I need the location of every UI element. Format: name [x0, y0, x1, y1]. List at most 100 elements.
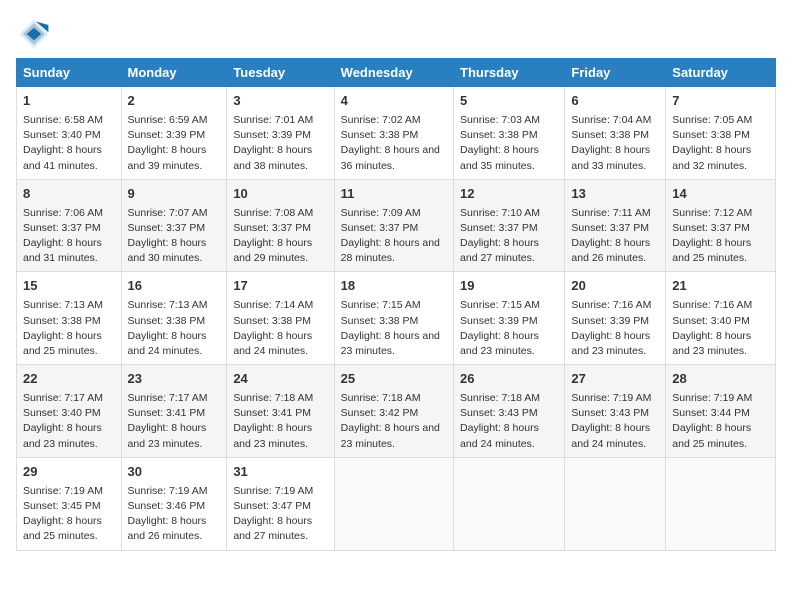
col-header-wednesday: Wednesday — [334, 59, 453, 87]
sunset-text: Sunset: 3:41 PM — [128, 407, 206, 419]
day-cell: 4 Sunrise: 7:02 AM Sunset: 3:38 PM Daylight… — [334, 87, 453, 180]
daylight-text: Daylight: 8 hours and 35 minutes. — [460, 144, 539, 171]
calendar-table: SundayMondayTuesdayWednesdayThursdayFrid… — [16, 58, 776, 551]
daylight-text: Daylight: 8 hours and 23 minutes. — [341, 422, 440, 449]
daylight-text: Daylight: 8 hours and 30 minutes. — [128, 237, 207, 264]
day-number: 7 — [672, 92, 769, 111]
day-cell: 19Sunrise: 7:15 AMSunset: 3:39 PMDayligh… — [454, 272, 565, 365]
day-cell: 21Sunrise: 7:16 AMSunset: 3:40 PMDayligh… — [666, 272, 776, 365]
sunrise-text: Sunrise: 6:58 AM — [23, 114, 103, 126]
sunrise-text: Sunrise: 7:19 AM — [23, 485, 103, 497]
sunrise-text: Sunrise: 7:13 AM — [23, 299, 103, 311]
sunset-text: Sunset: 3:38 PM — [460, 129, 538, 141]
sunrise-text: Sunrise: 7:14 AM — [233, 299, 313, 311]
sunset-text: Sunset: 3:37 PM — [341, 222, 419, 234]
sunset-text: Sunset: 3:38 PM — [341, 129, 419, 141]
day-number: 4 — [341, 92, 447, 111]
day-cell: 11Sunrise: 7:09 AMSunset: 3:37 PMDayligh… — [334, 179, 453, 272]
sunset-text: Sunset: 3:39 PM — [460, 315, 538, 327]
daylight-text: Daylight: 8 hours and 27 minutes. — [460, 237, 539, 264]
sunset-text: Sunset: 3:43 PM — [460, 407, 538, 419]
day-number: 29 — [23, 463, 115, 482]
sunrise-text: Sunrise: 7:10 AM — [460, 207, 540, 219]
daylight-text: Daylight: 8 hours and 24 minutes. — [128, 330, 207, 357]
day-cell: 23Sunrise: 7:17 AMSunset: 3:41 PMDayligh… — [121, 365, 227, 458]
daylight-text: Daylight: 8 hours and 25 minutes. — [23, 330, 102, 357]
day-number: 13 — [571, 185, 659, 204]
sunset-text: Sunset: 3:38 PM — [233, 315, 311, 327]
day-cell: 6Sunrise: 7:04 AMSunset: 3:38 PMDaylight… — [565, 87, 666, 180]
day-cell: 7Sunrise: 7:05 AMSunset: 3:38 PMDaylight… — [666, 87, 776, 180]
sunset-text: Sunset: 3:37 PM — [23, 222, 101, 234]
day-number: 31 — [233, 463, 327, 482]
sunrise-text: Sunrise: 7:01 AM — [233, 114, 313, 126]
day-cell: 14Sunrise: 7:12 AMSunset: 3:37 PMDayligh… — [666, 179, 776, 272]
daylight-text: Daylight: 8 hours and 41 minutes. — [23, 144, 102, 171]
day-cell: 22Sunrise: 7:17 AMSunset: 3:40 PMDayligh… — [17, 365, 122, 458]
daylight-text: Daylight: 8 hours and 24 minutes. — [233, 330, 312, 357]
col-header-saturday: Saturday — [666, 59, 776, 87]
day-cell: 28Sunrise: 7:19 AMSunset: 3:44 PMDayligh… — [666, 365, 776, 458]
daylight-text: Daylight: 8 hours and 26 minutes. — [571, 237, 650, 264]
sunset-text: Sunset: 3:43 PM — [571, 407, 649, 419]
week-row-1: 1 Sunrise: 6:58 AM Sunset: 3:40 PM Daylight… — [17, 87, 776, 180]
daylight-text: Daylight: 8 hours and 24 minutes. — [571, 422, 650, 449]
daylight-text: Daylight: 8 hours and 25 minutes. — [23, 515, 102, 542]
day-cell: 26Sunrise: 7:18 AMSunset: 3:43 PMDayligh… — [454, 365, 565, 458]
daylight-text: Daylight: 8 hours and 33 minutes. — [571, 144, 650, 171]
daylight-text: Daylight: 8 hours and 23 minutes. — [571, 330, 650, 357]
sunset-text: Sunset: 3:37 PM — [233, 222, 311, 234]
col-header-thursday: Thursday — [454, 59, 565, 87]
day-number: 6 — [571, 92, 659, 111]
sunrise-text: Sunrise: 7:18 AM — [233, 392, 313, 404]
day-number: 3 — [233, 92, 327, 111]
daylight-text: Daylight: 8 hours and 36 minutes. — [341, 144, 440, 171]
day-number: 18 — [341, 277, 447, 296]
sunset-text: Sunset: 3:38 PM — [672, 129, 750, 141]
page-header — [16, 16, 776, 52]
day-number: 5 — [460, 92, 558, 111]
daylight-text: Daylight: 8 hours and 23 minutes. — [341, 330, 440, 357]
day-number: 10 — [233, 185, 327, 204]
day-number: 22 — [23, 370, 115, 389]
sunset-text: Sunset: 3:37 PM — [460, 222, 538, 234]
day-number: 1 — [23, 92, 115, 111]
sunrise-text: Sunrise: 7:02 AM — [341, 114, 421, 126]
sunset-text: Sunset: 3:42 PM — [341, 407, 419, 419]
day-cell — [334, 457, 453, 550]
sunrise-text: Sunrise: 7:07 AM — [128, 207, 208, 219]
sunrise-text: Sunrise: 7:05 AM — [672, 114, 752, 126]
sunset-text: Sunset: 3:38 PM — [341, 315, 419, 327]
col-header-monday: Monday — [121, 59, 227, 87]
day-cell: 27Sunrise: 7:19 AMSunset: 3:43 PMDayligh… — [565, 365, 666, 458]
sunrise-text: Sunrise: 7:17 AM — [128, 392, 208, 404]
week-row-4: 22Sunrise: 7:17 AMSunset: 3:40 PMDayligh… — [17, 365, 776, 458]
sunset-text: Sunset: 3:37 PM — [128, 222, 206, 234]
daylight-text: Daylight: 8 hours and 23 minutes. — [460, 330, 539, 357]
daylight-text: Daylight: 8 hours and 31 minutes. — [23, 237, 102, 264]
day-number: 19 — [460, 277, 558, 296]
sunrise-text: Sunrise: 7:19 AM — [571, 392, 651, 404]
sunset-text: Sunset: 3:39 PM — [128, 129, 206, 141]
day-number: 24 — [233, 370, 327, 389]
sunrise-text: Sunrise: 7:11 AM — [571, 207, 650, 219]
daylight-text: Daylight: 8 hours and 29 minutes. — [233, 237, 312, 264]
sunset-text: Sunset: 3:38 PM — [23, 315, 101, 327]
sunrise-text: Sunrise: 7:08 AM — [233, 207, 313, 219]
sunset-text: Sunset: 3:40 PM — [23, 129, 101, 141]
header-row: SundayMondayTuesdayWednesdayThursdayFrid… — [17, 59, 776, 87]
daylight-text: Daylight: 8 hours and 23 minutes. — [128, 422, 207, 449]
day-cell: 20Sunrise: 7:16 AMSunset: 3:39 PMDayligh… — [565, 272, 666, 365]
daylight-text: Daylight: 8 hours and 24 minutes. — [460, 422, 539, 449]
day-number: 17 — [233, 277, 327, 296]
week-row-3: 15Sunrise: 7:13 AMSunset: 3:38 PMDayligh… — [17, 272, 776, 365]
day-cell: 31Sunrise: 7:19 AMSunset: 3:47 PMDayligh… — [227, 457, 334, 550]
sunrise-text: Sunrise: 7:19 AM — [128, 485, 208, 497]
sunrise-text: Sunrise: 7:17 AM — [23, 392, 103, 404]
day-cell: 13Sunrise: 7:11 AMSunset: 3:37 PMDayligh… — [565, 179, 666, 272]
day-cell: 24Sunrise: 7:18 AMSunset: 3:41 PMDayligh… — [227, 365, 334, 458]
day-number: 14 — [672, 185, 769, 204]
sunset-text: Sunset: 3:40 PM — [672, 315, 750, 327]
sunrise-text: Sunrise: 7:12 AM — [672, 207, 752, 219]
day-cell: 5Sunrise: 7:03 AMSunset: 3:38 PMDaylight… — [454, 87, 565, 180]
